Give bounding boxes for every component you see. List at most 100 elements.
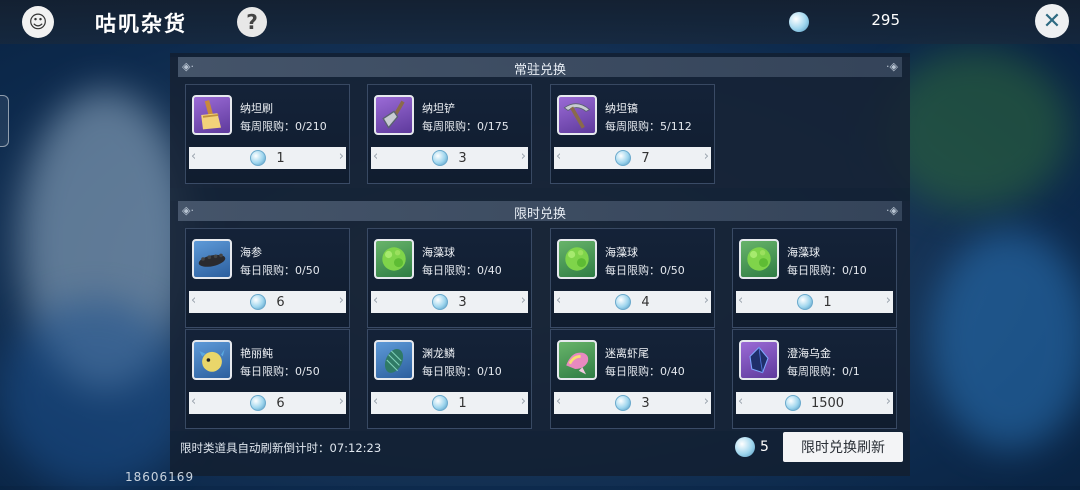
shop-item-card[interactable]: 海参 每日限购：0/50 ‹ 6 › (185, 228, 350, 328)
chevron-left-icon: ‹ (373, 394, 379, 409)
shop-mascot-icon: ☺ (22, 6, 54, 38)
chevron-left-icon: ‹ (373, 149, 379, 164)
gem-currency-icon (784, 395, 801, 411)
item-limit: 每周限购：5/112 (605, 120, 692, 133)
item-name: 海藻球 (787, 246, 820, 259)
chevron-left-icon: ‹ (191, 394, 197, 409)
price-value: 3 (458, 150, 467, 166)
chevron-right-icon: › (703, 394, 709, 409)
refresh-countdown: 限时类道具自动刷新倒计时：07:12:23 (180, 441, 382, 455)
item-name: 纳坦铲 (422, 102, 455, 115)
chevron-left-icon: ‹ (556, 394, 562, 409)
price-button[interactable]: ‹ 1500 › (736, 392, 893, 414)
price-button[interactable]: ‹ 6 › (189, 392, 346, 414)
chevron-left-icon: ‹ (738, 293, 744, 308)
pickaxe-icon (557, 95, 597, 135)
item-name: 纳坦刷 (240, 102, 273, 115)
section-title: 限时兑换 (513, 207, 566, 222)
gem-currency-icon (432, 150, 449, 166)
price-value: 6 (276, 395, 285, 411)
item-name: 纳坦镐 (605, 102, 638, 115)
sea-cucumber-icon (192, 239, 232, 279)
shop-item-card[interactable]: 艳丽鲀 每日限购：0/50 ‹ 6 › (185, 329, 350, 429)
chevron-right-icon: › (703, 149, 709, 164)
item-name: 澄海乌金 (787, 347, 831, 360)
section-title: 常驻兑换 (513, 63, 566, 78)
price-button[interactable]: ‹ 3 › (371, 147, 528, 169)
permanent-exchange-section: ◈· 常驻兑换 ·◈ 纳坦刷 每周限购：0/210 ‹ 1 › 纳坦铲 每周限购… (170, 57, 910, 188)
shop-title: 咕叽杂货 (95, 12, 187, 36)
chevron-right-icon: › (520, 149, 526, 164)
gem-currency-icon (250, 395, 267, 411)
price-button[interactable]: ‹ 4 › (554, 291, 711, 313)
section-header: ◈· 限时兑换 ·◈ (178, 201, 902, 222)
seaweed-ball-icon (739, 239, 779, 279)
item-name: 艳丽鲀 (240, 347, 273, 360)
price-value: 7 (641, 150, 650, 166)
chevron-right-icon: › (338, 293, 344, 308)
limited-exchange-section: ◈· 限时兑换 ·◈ 海参 每日限购：0/50 ‹ 6 › 海藻球 每日限购：0… (170, 201, 910, 431)
price-value: 4 (641, 294, 650, 310)
shop-item-card[interactable]: 海藻球 每日限购：0/40 ‹ 3 › (367, 228, 532, 328)
price-button[interactable]: ‹ 3 › (554, 392, 711, 414)
gem-currency-icon (735, 437, 755, 457)
shop-item-card[interactable]: 纳坦铲 每周限购：0/175 ‹ 3 › (367, 84, 532, 184)
price-button[interactable]: ‹ 3 › (371, 291, 528, 313)
price-value: 1500 (810, 395, 845, 411)
item-name: 迷离虾尾 (605, 347, 649, 360)
price-button[interactable]: ‹ 6 › (189, 291, 346, 313)
shrimp-tail-icon (557, 340, 597, 380)
shop-item-card[interactable]: 澄海乌金 每周限购：0/1 ‹ 1500 › (732, 329, 897, 429)
gem-currency-icon (432, 395, 449, 411)
price-button[interactable]: ‹ 1 › (371, 392, 528, 414)
item-name: 渊龙鳞 (422, 347, 455, 360)
shop-item-card[interactable]: 海藻球 每日限购：0/10 ‹ 1 › (732, 228, 897, 328)
item-limit: 每日限购：0/50 (240, 365, 320, 378)
gem-currency-icon (250, 294, 267, 310)
chevron-right-icon: › (885, 394, 891, 409)
chevron-left-icon: ‹ (191, 149, 197, 164)
item-name: 海参 (240, 246, 262, 259)
player-uid: 18606169 (125, 470, 195, 484)
shop-panel: ◈· 常驻兑换 ·◈ 纳坦刷 每周限购：0/210 ‹ 1 › 纳坦铲 每周限购… (170, 53, 910, 476)
gem-currency-icon (432, 294, 449, 310)
shop-item-card[interactable]: 纳坦刷 每周限购：0/210 ‹ 1 › (185, 84, 350, 184)
shop-item-card[interactable]: 渊龙鳞 每日限购：0/10 ‹ 1 › (367, 329, 532, 429)
item-limit: 每日限购：0/50 (605, 264, 685, 277)
shop-item-card[interactable]: 海藻球 每日限购：0/50 ‹ 4 › (550, 228, 715, 328)
price-value: 3 (458, 294, 467, 310)
item-name: 海藻球 (422, 246, 455, 259)
shovel-icon (374, 95, 414, 135)
side-tab[interactable] (0, 95, 9, 147)
brush-icon (192, 95, 232, 135)
shop-item-card[interactable]: 纳坦镐 每周限购：5/112 ‹ 7 › (550, 84, 715, 184)
price-button[interactable]: ‹ 1 › (189, 147, 346, 169)
seaweed-ball-icon (557, 239, 597, 279)
price-value: 1 (823, 294, 832, 310)
price-button[interactable]: ‹ 7 › (554, 147, 711, 169)
item-limit: 每周限购：0/210 (240, 120, 327, 133)
chevron-right-icon: › (338, 149, 344, 164)
header-ornament-right-icon: ·◈ (886, 204, 898, 217)
chevron-left-icon: ‹ (738, 394, 744, 409)
gem-currency-icon (797, 294, 814, 310)
section-header: ◈· 常驻兑换 ·◈ (178, 57, 902, 78)
price-value: 3 (641, 395, 650, 411)
limited-refresh-button[interactable]: 限时兑换刷新 (783, 432, 903, 462)
header-ornament-right-icon: ·◈ (886, 60, 898, 73)
chevron-left-icon: ‹ (373, 293, 379, 308)
seaweed-ball-icon (374, 239, 414, 279)
close-button[interactable]: ✕ (1035, 4, 1069, 38)
item-limit: 每日限购：0/40 (605, 365, 685, 378)
refresh-cost: 5 (760, 439, 769, 455)
chevron-left-icon: ‹ (556, 149, 562, 164)
currency-count: 295 (871, 11, 900, 29)
gem-currency-icon (615, 150, 632, 166)
shop-item-card[interactable]: 迷离虾尾 每日限购：0/40 ‹ 3 › (550, 329, 715, 429)
help-button[interactable]: ? (237, 7, 267, 37)
black-gold-icon (739, 340, 779, 380)
currency-icon (789, 12, 809, 32)
price-button[interactable]: ‹ 1 › (736, 291, 893, 313)
chevron-right-icon: › (338, 394, 344, 409)
item-limit: 每日限购：0/40 (422, 264, 502, 277)
